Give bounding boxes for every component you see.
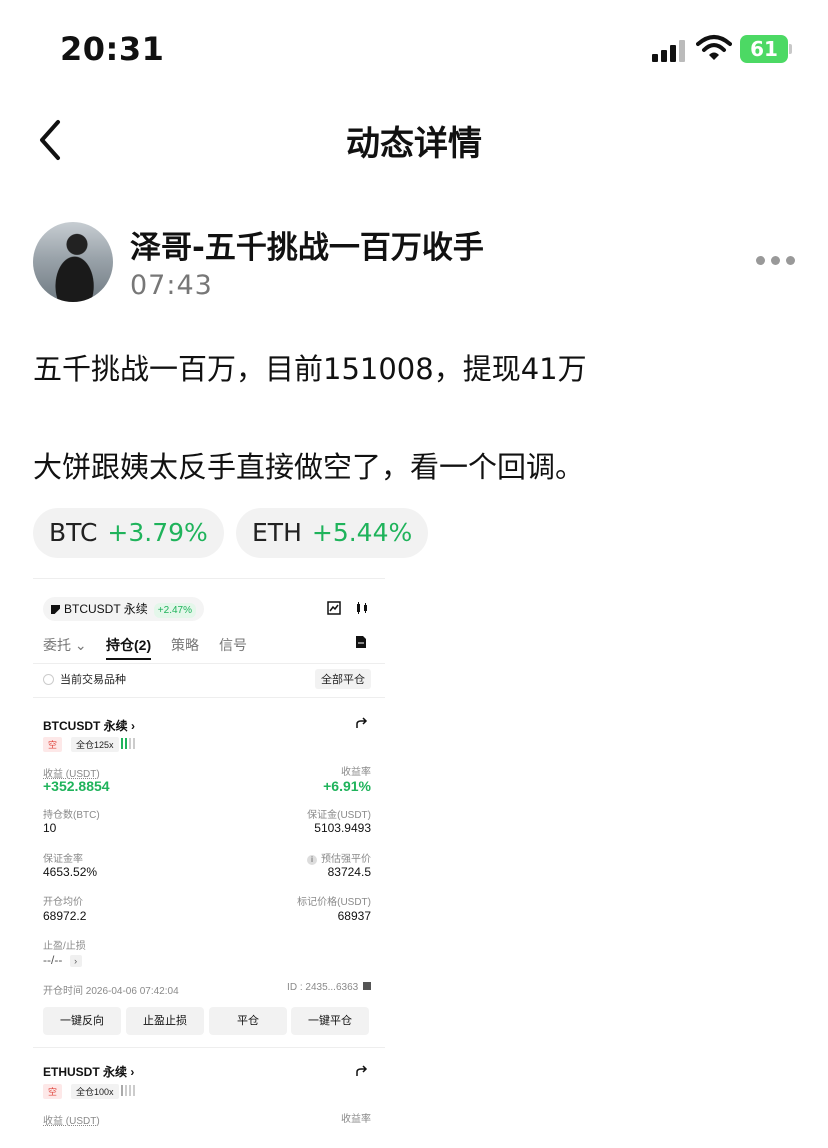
liq-price-label: i 预估强平价 xyxy=(307,850,371,865)
ticker-change: +5.44% xyxy=(311,518,413,547)
close-position-button[interactable]: 平仓 xyxy=(209,1007,287,1035)
ticker-symbol: ETH xyxy=(252,518,302,547)
position-title[interactable]: ETHUSDT 永续 › xyxy=(43,1063,134,1080)
tpsl-label: 止盈/止损 xyxy=(43,941,86,952)
filter-label: 当前交易品种 xyxy=(60,674,126,686)
roe-label: 收益率 xyxy=(341,1114,371,1125)
entry-price-value: 68972.2 xyxy=(43,909,87,923)
side-badge: 空 xyxy=(43,1084,63,1099)
ticker-symbol: BTC xyxy=(49,518,98,547)
share-icon[interactable] xyxy=(355,717,369,729)
tab-strategy[interactable]: 策略 xyxy=(171,635,199,655)
side-badge: 空 xyxy=(43,737,63,752)
ticker-tag-btc[interactable]: BTC +3.79% xyxy=(33,508,224,558)
candlestick-icon xyxy=(357,602,367,614)
mark-price-value: 68937 xyxy=(337,909,371,923)
pnl-label: 收益 (USDT) xyxy=(43,1116,100,1127)
close-all-button[interactable]: 全部平仓 xyxy=(315,669,371,689)
tab-label: 委托 xyxy=(43,637,71,653)
more-options-icon[interactable] xyxy=(756,256,796,270)
market-close-button[interactable]: 一键平仓 xyxy=(291,1007,369,1035)
post-text-line: 五千挑战一百万，目前151008，提现41万 xyxy=(33,352,587,386)
divider xyxy=(33,663,385,664)
document-icon xyxy=(356,636,366,648)
page-title: 动态详情 xyxy=(346,124,482,164)
chevron-right-icon: › xyxy=(69,955,82,967)
pair-name: BTCUSDT 永续 xyxy=(64,602,148,616)
tp-sl-button[interactable]: 止盈止损 xyxy=(126,1007,204,1035)
divider xyxy=(33,697,385,698)
position-tabs: 委托 ⌄ 持仓(2) 策略 信号 xyxy=(43,635,373,663)
mark-price-label: 标记价格(USDT) xyxy=(297,897,371,908)
position-id[interactable]: ID : 2435...6363 xyxy=(287,982,371,993)
entry-price-label: 开仓均价 xyxy=(43,897,83,908)
battery-icon: 61 xyxy=(740,35,792,63)
share-icon[interactable] xyxy=(355,1065,369,1077)
post-image-screenshot[interactable]: BTCUSDT 永续 +2.47% 委托 ⌄ 持仓(2) 策略 信号 当前交易品种… xyxy=(33,578,385,1148)
post-text-line: 大饼跟姨太反手直接做空了，看一个回调。 xyxy=(33,450,585,484)
leverage-badge: 全仓100x xyxy=(71,1084,119,1099)
ticker-change: +3.79% xyxy=(107,518,208,547)
margin-ratio-value: 4653.52% xyxy=(43,865,98,879)
battery-level: 61 xyxy=(750,37,778,61)
margin-label: 保证金(USDT) xyxy=(307,810,371,821)
position-title[interactable]: BTCUSDT 永续 › xyxy=(43,717,135,734)
status-bar: 20:31 61 xyxy=(0,0,828,100)
post-header: 泽哥-五千挑战一百万收手 07:43 xyxy=(0,210,828,310)
ticker-tag-eth[interactable]: ETH +5.44% xyxy=(236,508,429,558)
chart-icon xyxy=(327,601,341,615)
margin-ratio-label: 保证金率 xyxy=(43,854,83,865)
roe-label: 收益率 xyxy=(341,767,371,778)
divider xyxy=(33,1047,385,1048)
cellular-signal-icon xyxy=(652,38,688,62)
size-value: 10 xyxy=(43,821,57,835)
post-time: 07:43 xyxy=(130,270,213,301)
open-time: 开仓时间 2026-04-06 07:42:04 xyxy=(43,986,179,997)
copy-icon xyxy=(363,982,371,990)
nav-bar: 动态详情 xyxy=(0,100,828,180)
liq-label-text: 预估强平价 xyxy=(321,854,371,865)
info-icon: i xyxy=(307,855,317,865)
wifi-icon xyxy=(696,34,732,62)
roe-value: +6.91% xyxy=(323,778,371,794)
tab-signals[interactable]: 信号 xyxy=(219,635,247,655)
tpsl-value[interactable]: --/-- › xyxy=(43,953,82,967)
tpsl-text: --/-- xyxy=(43,953,63,967)
status-time: 20:31 xyxy=(60,30,165,68)
author-name[interactable]: 泽哥-五千挑战一百万收手 xyxy=(130,222,484,267)
size-label: 持仓数(BTC) xyxy=(43,810,100,821)
pnl-value: +352.8854 xyxy=(43,778,110,794)
current-symbol-filter[interactable]: 当前交易品种 xyxy=(43,671,126,687)
radio-icon xyxy=(43,674,54,685)
avatar[interactable] xyxy=(33,222,113,302)
position-symbol: BTCUSDT 永续 xyxy=(43,719,128,733)
pair-logo-icon xyxy=(51,605,60,614)
tab-positions[interactable]: 持仓(2) xyxy=(106,635,152,660)
position-symbol: ETHUSDT 永续 xyxy=(43,1065,128,1079)
leverage-badge: 全仓125x xyxy=(71,737,119,752)
reverse-position-button[interactable]: 一键反向 xyxy=(43,1007,121,1035)
margin-value: 5103.9493 xyxy=(314,821,371,835)
tab-orders[interactable]: 委托 ⌄ xyxy=(43,635,87,655)
pair-selector: BTCUSDT 永续 +2.47% xyxy=(43,597,204,621)
position-id-text: ID : 2435...6363 xyxy=(287,982,359,993)
risk-bars-icon xyxy=(121,1085,139,1096)
pair-change: +2.47% xyxy=(153,603,196,618)
risk-bars-icon xyxy=(121,738,139,749)
liq-price-value: 83724.5 xyxy=(327,865,371,879)
